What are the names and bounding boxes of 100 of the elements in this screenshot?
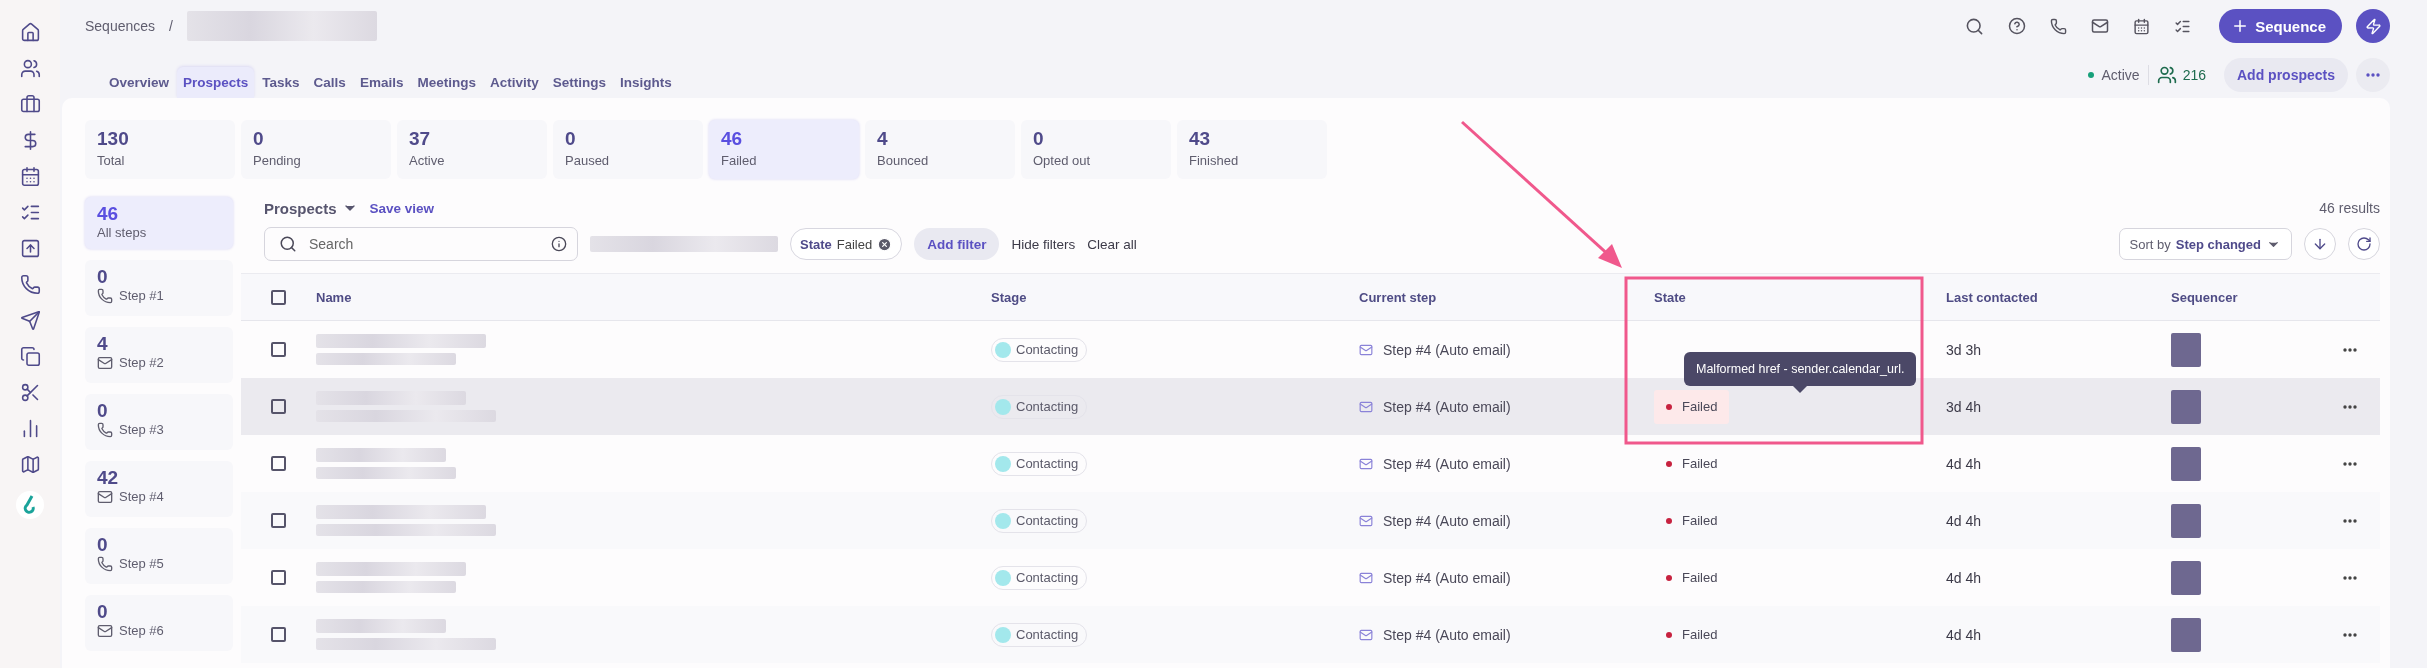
row-checkbox[interactable] xyxy=(271,456,286,471)
step-card[interactable]: 4 Step #2 xyxy=(85,327,233,383)
upload-tray-icon[interactable] xyxy=(19,238,41,259)
column-header[interactable]: Current step xyxy=(1359,289,1437,305)
select-all-checkbox[interactable] xyxy=(271,289,286,305)
more-icon[interactable] xyxy=(2343,461,2357,466)
breadcrumb-link[interactable]: Sequences xyxy=(85,18,156,34)
calendar-icon[interactable] xyxy=(19,166,41,187)
copy-icon[interactable] xyxy=(19,346,41,367)
stat-card[interactable]: 0 Paused xyxy=(553,120,703,179)
more-icon[interactable] xyxy=(2343,518,2357,523)
save-view-link[interactable]: Save view xyxy=(369,200,435,216)
avatar-placeholder xyxy=(2171,446,2201,481)
sort-direction-button[interactable] xyxy=(2304,228,2336,260)
view-dropdown[interactable]: Prospects xyxy=(264,199,358,217)
column-header[interactable]: Stage xyxy=(991,289,1027,305)
state-badge[interactable]: Failed xyxy=(1654,389,1730,424)
phone-icon[interactable] xyxy=(19,274,41,295)
stage-dot xyxy=(995,398,1011,415)
step-card[interactable]: 42 Step #4 xyxy=(85,461,233,517)
column-header[interactable]: Name xyxy=(316,289,352,305)
calendar-icon[interactable] xyxy=(2133,17,2151,35)
more-icon[interactable] xyxy=(2343,404,2357,409)
row-checkbox[interactable] xyxy=(271,342,286,357)
tab[interactable]: Prospects xyxy=(177,67,255,98)
error-dot xyxy=(1666,631,1672,638)
search-field[interactable]: Search xyxy=(307,235,541,253)
breadcrumb-separator: / xyxy=(169,18,173,34)
step-count: 4 xyxy=(97,334,108,354)
stat-card[interactable]: 46 Failed xyxy=(709,120,859,179)
stage-dot xyxy=(995,512,1011,529)
add-prospects-button[interactable]: Add prospects xyxy=(2224,58,2348,92)
more-icon[interactable] xyxy=(2343,632,2357,637)
tab[interactable]: Activity xyxy=(483,67,545,98)
step-card[interactable]: 0 Step #6 xyxy=(85,595,233,651)
row-checkbox[interactable] xyxy=(271,570,286,585)
stat-card[interactable]: 43 Finished xyxy=(1177,120,1327,179)
current-step: Step #4 (Auto email) xyxy=(1359,569,1511,586)
phone-icon[interactable] xyxy=(2050,17,2068,35)
paper-plane-icon[interactable] xyxy=(19,310,41,331)
app-logo-icon[interactable] xyxy=(15,490,45,520)
table-row[interactable]: Contacting Step #4 (Auto email) Failed 4d 4h xyxy=(241,492,2380,549)
step-label: All steps xyxy=(97,225,147,241)
last-contacted: 4d 4h xyxy=(1946,512,1982,529)
hide-filters-button[interactable]: Hide filters xyxy=(1011,236,1076,252)
add-filter-button[interactable]: Add filter xyxy=(914,228,1000,260)
error-tooltip: Malformed href - sender.calendar_url. xyxy=(1684,352,1917,393)
step-card[interactable]: 0 Step #3 xyxy=(85,394,233,450)
home-icon[interactable] xyxy=(19,22,41,43)
search-icon[interactable] xyxy=(1965,16,1985,36)
sort-dropdown[interactable]: Sort by Step changed xyxy=(2118,228,2292,260)
stat-card[interactable]: 37 Active xyxy=(397,120,547,179)
tab[interactable]: Meetings xyxy=(411,67,482,98)
column-header[interactable]: State xyxy=(1654,289,1686,305)
error-dot xyxy=(1666,517,1672,524)
column-header[interactable]: Last contacted xyxy=(1946,289,2038,305)
state-badge[interactable]: Failed xyxy=(1654,446,1730,481)
state-badge[interactable]: Failed xyxy=(1654,503,1730,538)
last-contacted: 4d 4h xyxy=(1946,569,1982,586)
stat-card[interactable]: 0 Opted out xyxy=(1021,120,1171,179)
state-badge[interactable]: Failed xyxy=(1654,560,1730,595)
clear-all-button[interactable]: Clear all xyxy=(1087,236,1137,252)
map-icon[interactable] xyxy=(19,454,41,475)
tab[interactable]: Settings xyxy=(546,67,612,98)
briefcase-icon[interactable] xyxy=(19,94,41,115)
phone-icon xyxy=(97,288,113,304)
search-icon xyxy=(279,235,297,253)
avatar-placeholder xyxy=(2171,617,2201,652)
search-box[interactable]: Search xyxy=(264,227,578,261)
more-button[interactable] xyxy=(2356,58,2390,92)
row-checkbox[interactable] xyxy=(271,399,286,414)
tab[interactable]: Insights xyxy=(614,67,678,98)
step-card[interactable]: 46 All steps xyxy=(85,197,233,249)
help-icon[interactable] xyxy=(2008,17,2027,35)
current-step: Step #4 (Auto email) xyxy=(1359,455,1511,472)
remove-icon[interactable] xyxy=(877,236,893,252)
more-icon[interactable] xyxy=(2343,575,2357,580)
state-badge[interactable]: Failed xyxy=(1654,617,1730,652)
new-sequence-button[interactable]: Sequence xyxy=(2219,9,2342,43)
people-icon[interactable] xyxy=(19,58,41,79)
refresh-button[interactable] xyxy=(2348,228,2380,260)
envelope-icon[interactable] xyxy=(2091,17,2110,35)
step-card[interactable]: 0 Step #5 xyxy=(85,528,233,584)
more-icon[interactable] xyxy=(2343,347,2357,352)
stat-card[interactable]: 4 Bounced xyxy=(865,120,1015,179)
table-row[interactable]: Contacting Step #4 (Auto email) Failed 4d 4h xyxy=(241,606,2380,663)
results-count: 46 results xyxy=(2319,200,2380,216)
step-card[interactable]: 0 Step #1 xyxy=(85,260,233,316)
stat-card[interactable]: 0 Pending xyxy=(241,120,391,179)
filter-chip[interactable]: State Failed xyxy=(790,228,903,260)
tab[interactable]: Emails xyxy=(353,67,410,98)
lightning-button[interactable] xyxy=(2356,9,2390,43)
stat-card[interactable]: 130 Total xyxy=(85,120,235,179)
tab[interactable]: Calls xyxy=(307,67,352,98)
column-header[interactable]: Sequencer xyxy=(2171,289,2238,305)
row-checkbox[interactable] xyxy=(271,513,286,528)
row-checkbox[interactable] xyxy=(271,627,286,642)
tab[interactable]: Tasks xyxy=(256,67,306,98)
scissors-icon[interactable] xyxy=(19,382,41,403)
tab[interactable]: Overview xyxy=(103,67,176,98)
